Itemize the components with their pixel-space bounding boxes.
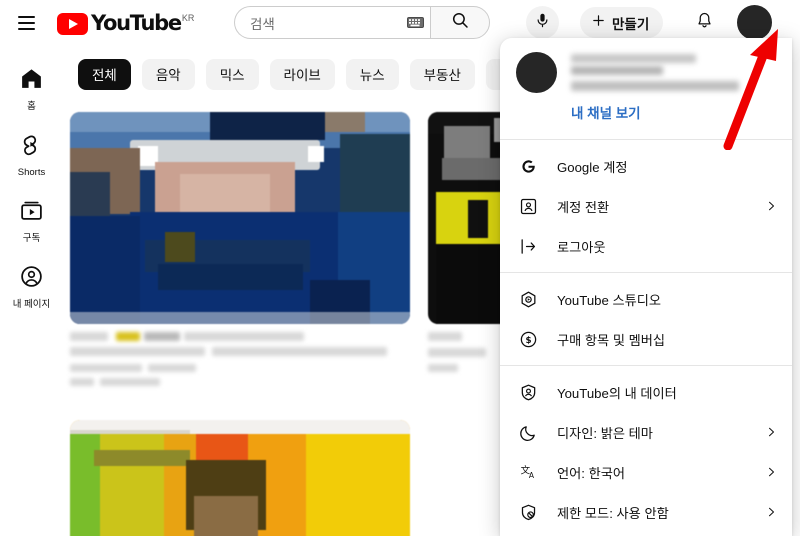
menu-item-youtube-studio[interactable]: YouTube 스튜디오: [500, 279, 792, 319]
account-menu: 내 채널 보기 Google 계정 계정 전환 로그아웃 YouTube 스튜디…: [500, 38, 792, 536]
chevron-right-icon: [764, 426, 778, 438]
video-meta-1: [70, 332, 415, 394]
create-button-label: 만들기: [612, 16, 650, 32]
switch-account-icon: [517, 195, 540, 218]
create-button[interactable]: 만들기: [580, 7, 664, 38]
chip-music[interactable]: 음악: [141, 58, 195, 90]
search-icon: [451, 11, 470, 35]
purchases-icon: $: [517, 328, 540, 351]
menu-divider-3: [500, 365, 792, 366]
appearance-moon-icon: [517, 421, 540, 444]
voice-search-button[interactable]: [526, 6, 559, 39]
account-avatar-button[interactable]: [737, 5, 772, 40]
youtube-country-code: KR: [181, 12, 195, 23]
youtube-logo-text: YouTube: [91, 10, 182, 35]
chip-live[interactable]: 라이브: [269, 58, 335, 90]
video-thumbnail-1[interactable]: [70, 112, 410, 324]
menu-item-google-account[interactable]: Google 계정: [500, 146, 792, 186]
microphone-icon: [534, 12, 551, 34]
chip-news[interactable]: 뉴스: [345, 58, 399, 90]
menu-item-label: YouTube 스튜디오: [557, 292, 662, 308]
menu-item-restricted-mode[interactable]: 제한 모드: 사용 안함: [500, 492, 792, 532]
svg-text:A: A: [529, 471, 535, 480]
menu-item-label: 언어: 한국어: [557, 465, 625, 481]
svg-text:$: $: [525, 335, 531, 345]
plus-icon: [591, 13, 606, 33]
menu-item-label: 로그아웃: [557, 239, 606, 255]
account-menu-header: 내 채널 보기: [500, 38, 792, 133]
menu-item-location[interactable]: 위치: 한국: [500, 532, 792, 536]
sidebar-item-label-shorts: Shorts: [17, 167, 46, 178]
sidebar-item-shorts[interactable]: Shorts: [0, 126, 63, 192]
menu-item-label: 디자인: 밝은 테마: [557, 425, 653, 441]
video-thumbnail-3[interactable]: [70, 420, 410, 536]
guide-sidebar: 홈 Shorts 구독 내 페이지: [0, 46, 63, 536]
account-handle-redacted: [571, 81, 739, 91]
sidebar-item-label-home: 홈: [27, 101, 36, 112]
youtube-play-icon: [57, 12, 88, 35]
hamburger-icon[interactable]: [9, 6, 43, 40]
notifications-button[interactable]: [688, 6, 721, 39]
youtube-studio-icon: [517, 288, 540, 311]
shorts-icon: [19, 132, 44, 162]
menu-divider-1: [500, 139, 792, 140]
google-g-icon: [517, 155, 540, 178]
menu-item-sign-out[interactable]: 로그아웃: [500, 226, 792, 266]
menu-divider-2: [500, 272, 792, 273]
home-icon: [19, 66, 44, 96]
account-name-redacted: [571, 54, 696, 63]
chevron-right-icon: [764, 506, 778, 518]
menu-item-label: 구매 항목 및 멤버십: [557, 332, 666, 348]
signout-icon: [517, 235, 540, 258]
sidebar-item-label-subscriptions: 구독: [22, 233, 41, 244]
search-input-text: 검색: [250, 16, 275, 32]
keyboard-icon[interactable]: [407, 17, 424, 28]
youtube-home-page: 홈 Shorts 구독 내 페이지 전체 음악 믹스 라이브 뉴스 부동산 Yo…: [0, 0, 800, 536]
menu-item-language[interactable]: 文 A 언어: 한국어: [500, 452, 792, 492]
search-button[interactable]: [430, 6, 490, 39]
avatar: [516, 52, 557, 93]
chevron-right-icon: [764, 200, 778, 212]
search-zone: 검색: [234, 6, 490, 39]
menu-item-switch-account[interactable]: 계정 전환: [500, 186, 792, 226]
video-card-1[interactable]: [70, 112, 415, 394]
sidebar-item-you[interactable]: 내 페이지: [0, 258, 63, 324]
sidebar-item-label-you: 내 페이지: [12, 299, 51, 310]
chevron-right-icon: [764, 466, 778, 478]
menu-item-label: Google 계정: [557, 159, 628, 175]
restricted-mode-icon: [517, 501, 540, 524]
account-identity: [571, 52, 776, 93]
chip-all[interactable]: 전체: [78, 58, 131, 90]
view-my-channel-link[interactable]: 내 채널 보기: [571, 102, 641, 122]
category-chip-bar: 전체 음악 믹스 라이브 뉴스 부동산 요리: [78, 58, 539, 90]
menu-item-label: YouTube의 내 데이터: [557, 385, 677, 401]
your-data-icon: [517, 381, 540, 404]
search-input[interactable]: 검색: [234, 6, 430, 39]
sidebar-item-subscriptions[interactable]: 구독: [0, 192, 63, 258]
you-account-icon: [19, 264, 44, 294]
menu-item-purchases-memberships[interactable]: $ 구매 항목 및 멤버십: [500, 319, 792, 359]
menu-item-appearance[interactable]: 디자인: 밝은 테마: [500, 412, 792, 452]
menu-item-label: 제한 모드: 사용 안함: [557, 505, 669, 521]
menu-item-your-data-in-youtube[interactable]: YouTube의 내 데이터: [500, 372, 792, 412]
video-card-3[interactable]: [70, 420, 415, 536]
chip-mixes[interactable]: 믹스: [205, 58, 259, 90]
menu-item-label: 계정 전환: [557, 199, 610, 215]
account-name-redacted-2: [571, 66, 663, 75]
subscriptions-icon: [19, 198, 44, 228]
bell-icon: [695, 11, 714, 35]
language-icon: 文 A: [517, 461, 540, 484]
sidebar-item-home[interactable]: 홈: [0, 60, 63, 126]
chip-real-estate[interactable]: 부동산: [409, 58, 475, 90]
youtube-logo[interactable]: YouTube KR: [57, 10, 195, 35]
